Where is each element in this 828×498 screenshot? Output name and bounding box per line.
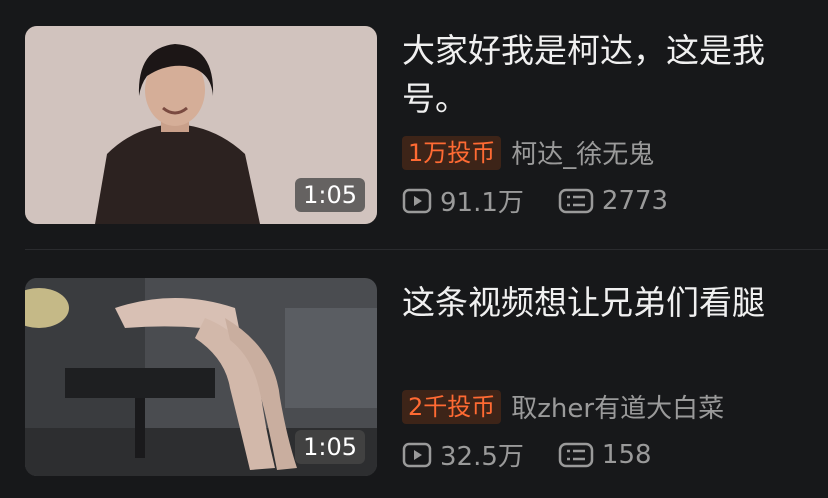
play-count: 91.1万 (440, 188, 524, 218)
danmaku-count: 2773 (601, 185, 669, 216)
video-stats: 91.1万 2773 (402, 182, 668, 219)
video-duration: 1:05 (295, 430, 365, 464)
uploader-name[interactable]: 柯达_徐无鬼 (511, 134, 654, 171)
coin-badge: 2千投币 (402, 389, 502, 424)
play-count: 32.5万 (440, 442, 524, 472)
video-title-line2[interactable]: 号。 (402, 76, 828, 122)
video-title[interactable]: 这条视频想让兄弟们看腿 (402, 280, 828, 326)
video-card[interactable]: 1:05 这条视频想让兄弟们看腿 2千投币 取zher有道大白菜 32.5万 1… (25, 278, 828, 476)
video-thumbnail[interactable]: 1:05 (25, 26, 377, 224)
play-count-icon (402, 188, 432, 214)
video-stats: 32.5万 158 (402, 436, 652, 473)
video-thumbnail[interactable]: 1:05 (25, 278, 377, 476)
video-meta: 1万投币 柯达_徐无鬼 (402, 134, 654, 171)
uploader-name[interactable]: 取zher有道大白菜 (511, 388, 724, 425)
video-card[interactable]: 1:05 大家好我是柯达，这是我 号。 1万投币 柯达_徐无鬼 91.1万 27… (25, 26, 828, 224)
play-count-icon (402, 442, 432, 468)
danmaku-count: 158 (601, 439, 652, 470)
video-info[interactable]: 大家好我是柯达，这是我 号。 1万投币 柯达_徐无鬼 91.1万 2773 (402, 26, 828, 224)
divider (25, 249, 828, 250)
video-duration: 1:05 (295, 178, 365, 212)
danmaku-icon (558, 442, 594, 468)
video-title[interactable]: 大家好我是柯达，这是我 (402, 28, 828, 74)
coin-badge: 1万投币 (402, 135, 502, 170)
video-meta: 2千投币 取zher有道大白菜 (402, 388, 724, 425)
danmaku-icon (558, 188, 594, 214)
video-info[interactable]: 这条视频想让兄弟们看腿 2千投币 取zher有道大白菜 32.5万 158 (402, 278, 828, 476)
